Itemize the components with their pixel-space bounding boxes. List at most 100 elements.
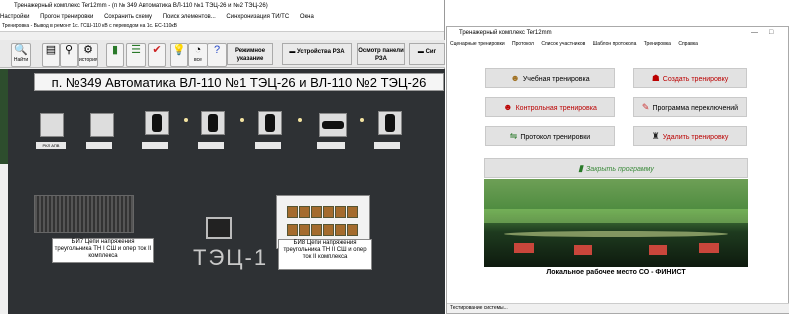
door-icon: ▮ — [111, 44, 119, 56]
launcher-title: Тренажерный комплекс Ter12mm — [459, 30, 552, 36]
minimize-icon[interactable]: — — [751, 29, 758, 36]
create-training-button[interactable]: ☗ Создать тренировку — [633, 68, 747, 88]
signal-icon: ▬ — [417, 49, 426, 55]
hint-button[interactable]: 💡 — [170, 43, 188, 67]
menu-save-scheme[interactable]: Сохранить схему — [104, 14, 152, 20]
terminal-grill — [34, 195, 134, 233]
terminal[interactable] — [323, 224, 334, 236]
mark-button[interactable]: ✔ — [148, 43, 166, 67]
indicator-lamp — [184, 118, 188, 122]
menu-find-elements[interactable]: Поиск элементов... — [163, 14, 216, 20]
close-program-button[interactable]: ▮ Закрыть программу — [484, 158, 748, 178]
all-button[interactable]: ◔ все — [188, 43, 208, 67]
launcher-status: Тестирование системы... — [447, 303, 789, 313]
switch-label — [142, 142, 168, 149]
chair — [574, 245, 592, 255]
menu-training[interactable]: Тренировка — [644, 41, 671, 47]
chair — [514, 243, 534, 253]
menu-protocol-template[interactable]: Шаблон протокола — [593, 41, 637, 47]
help-icon: ? — [213, 44, 221, 56]
terminal[interactable] — [299, 224, 310, 236]
main-menu: Настройки Прогон тренировки Сохранить сх… — [0, 12, 444, 22]
print-icon: ▤ — [45, 44, 57, 56]
switch-2[interactable] — [90, 113, 114, 137]
menu-participants[interactable]: Список участников — [541, 41, 585, 47]
terminal[interactable] — [347, 224, 358, 236]
workstation-caption: Локальное рабочее место СО - ФИНИСТ — [546, 269, 686, 276]
menu-run-training[interactable]: Прогон тренировки — [40, 14, 93, 20]
check-icon: ✔ — [152, 44, 162, 56]
menu-help[interactable]: Справка — [678, 41, 698, 47]
help-button[interactable]: ? — [207, 43, 227, 67]
switch-6[interactable] — [319, 113, 347, 137]
mode-instruction-button[interactable]: Режимное указание — [227, 43, 273, 65]
protocol-icon: ⇋ — [509, 131, 518, 141]
trainer-launcher-window: Тренажерный комплекс Ter12mm — □ Сценарн… — [446, 26, 789, 314]
zoom-button[interactable]: ⚲ — [60, 43, 78, 67]
eye-icon: ◔ — [194, 44, 202, 56]
menu-settings[interactable]: Настройки — [0, 14, 29, 20]
rza-devices-button[interactable]: ▬ Устройства РЗА — [282, 43, 352, 65]
note-bi7: БИ7 Цепи напряжения треугольника ТН I СШ… — [52, 238, 154, 263]
indicator-lamp — [360, 118, 364, 122]
panel-title: п. №349 Автоматика ВЛ-110 №1 ТЭЦ-26 и ВЛ… — [34, 73, 444, 91]
switch-7[interactable] — [378, 111, 402, 135]
terminal[interactable] — [287, 206, 298, 218]
launcher-menu: Сценарные тренировки Протокол Список уча… — [447, 39, 788, 49]
plate-tec: ТЭЦ-1 — [193, 245, 269, 270]
terminal[interactable] — [311, 206, 322, 218]
switch-label — [198, 142, 224, 149]
trash-icon: ♜ — [651, 131, 660, 141]
switch-label — [86, 142, 112, 149]
control-training-button[interactable]: ☻ Контрольная тренировка — [485, 97, 615, 117]
signals-button[interactable]: ▬ Сиг — [409, 43, 445, 65]
switching-program-button[interactable]: ✎ Программа переключений — [633, 97, 747, 117]
list-button[interactable]: ☰ — [126, 43, 146, 67]
terminal[interactable] — [335, 206, 346, 218]
create-icon: ☗ — [651, 73, 660, 83]
indicator-lamp — [240, 118, 244, 122]
bulb-icon: 💡 — [172, 44, 186, 56]
supervisor-icon: ☻ — [503, 102, 513, 112]
delete-training-button[interactable]: ♜ Удалить тренировку — [633, 126, 747, 146]
training-protocol-button[interactable]: ⇋ Протокол тренировки — [485, 126, 615, 146]
switch-3[interactable] — [145, 111, 169, 135]
menu-scenario-training[interactable]: Сценарные тренировки — [450, 41, 505, 47]
terminal[interactable] — [335, 224, 346, 236]
switch-label — [317, 142, 345, 149]
relay-panel-photo: п. №349 Автоматика ВЛ-110 №1 ТЭЦ-26 и ВЛ… — [8, 69, 445, 314]
maximize-icon[interactable]: □ — [769, 29, 773, 36]
indicator-window — [206, 217, 232, 239]
magnifier-icon: ⚲ — [64, 44, 74, 56]
screen-wall — [484, 209, 748, 223]
terminal[interactable] — [347, 206, 358, 218]
tools-icon: ✎ — [641, 102, 650, 112]
note-bi8: БИ8 Цепи напряжения треугольника ТН II С… — [278, 239, 372, 270]
trainee-icon: ☻ — [510, 73, 520, 83]
training-button[interactable]: ☻ Учебная тренировка — [485, 68, 615, 88]
desk-arc — [504, 231, 728, 237]
menu-sync[interactable]: Синхронизация ТИ/ТС — [226, 14, 289, 20]
terminal[interactable] — [287, 224, 298, 236]
search-icon: 🔍 — [14, 44, 28, 56]
history-icon: ⚙ — [83, 44, 93, 56]
chair — [649, 245, 667, 255]
switch-5[interactable] — [258, 111, 282, 135]
menu-windows[interactable]: Окна — [300, 14, 314, 20]
menu-protocol[interactable]: Протокол — [512, 41, 534, 47]
exit-door-icon: ▮ — [578, 163, 584, 173]
switch-1[interactable] — [40, 113, 64, 137]
exit-button[interactable]: ▮ — [106, 43, 124, 67]
history-button[interactable]: ⚙ история — [78, 43, 98, 67]
terminal[interactable] — [323, 206, 334, 218]
find-button[interactable]: 🔍 Найти — [11, 43, 31, 67]
switch-label — [255, 142, 281, 149]
terminal[interactable] — [299, 206, 310, 218]
terminal[interactable] — [311, 224, 322, 236]
print-button[interactable]: ▤ — [42, 43, 60, 67]
left-edge-strip — [0, 69, 8, 164]
switch-4[interactable] — [201, 111, 225, 135]
control-room-photo — [484, 179, 748, 267]
window-title: Тренажерный комплекс Ter12mm - (п № 349 … — [0, 0, 444, 12]
inspect-rza-panel-button[interactable]: Осмотр панели РЗА — [357, 43, 405, 65]
